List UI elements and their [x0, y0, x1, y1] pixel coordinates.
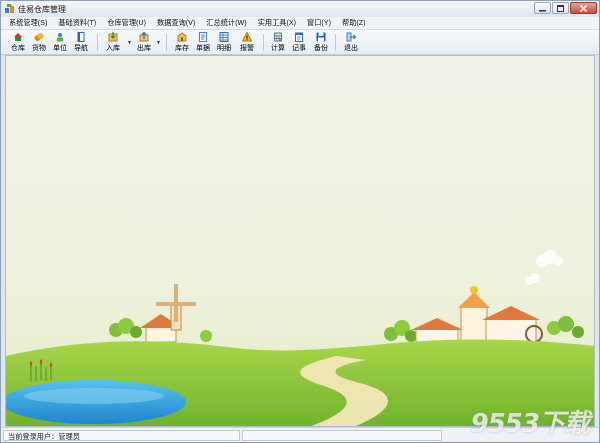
- toolbar-stock-in-button[interactable]: 入库: [106, 32, 120, 53]
- toolbar-unit-button[interactable]: 单位: [53, 32, 67, 53]
- window-title: 佳易仓库管理: [18, 5, 66, 14]
- title-bar[interactable]: 佳易仓库管理: [1, 1, 599, 17]
- alarm-icon: [242, 32, 252, 42]
- windmill-illustration: [140, 284, 196, 343]
- menu-tools[interactable]: 实用工具(X): [256, 18, 298, 28]
- maximize-button[interactable]: [552, 2, 569, 14]
- toolbar-document-button[interactable]: 单据: [196, 32, 210, 53]
- stock-in-dropdown-icon[interactable]: ▼: [127, 40, 132, 46]
- minimize-button[interactable]: [534, 2, 551, 14]
- toolbar-separator: [335, 34, 336, 51]
- toolbar-goods-button[interactable]: 货物: [32, 32, 46, 53]
- menu-system[interactable]: 系统管理(S): [7, 18, 49, 28]
- menu-help[interactable]: 帮助(Z): [340, 18, 368, 28]
- document-icon: [199, 32, 207, 42]
- toolbar-exit-button[interactable]: 退出: [344, 32, 358, 53]
- toolbar-backup-button[interactable]: 备份: [314, 32, 328, 53]
- warehouse-icon: [14, 33, 22, 41]
- stock-in-icon: [108, 32, 118, 42]
- toolbar-notepad-button[interactable]: 记事: [292, 32, 306, 53]
- menu-query[interactable]: 数据查询(V): [155, 18, 197, 28]
- menu-warehouse[interactable]: 仓库管理(U): [105, 18, 148, 28]
- close-button[interactable]: [570, 2, 597, 14]
- toolbar-navigation-button[interactable]: 导航: [74, 32, 88, 53]
- navigation-icon: [77, 32, 85, 42]
- details-icon: [219, 32, 229, 42]
- status-cell-user: 当前登录用户：管理员: [3, 430, 240, 441]
- maximize-icon: [557, 4, 564, 12]
- toolbar-separator: [166, 34, 167, 51]
- toolbar: 仓库 货物 单位 导航 入库 ▼ 出库 ▼ 库存 单据 明细 报警 计算 记事 …: [1, 30, 599, 55]
- calculator-icon: [274, 32, 282, 42]
- toolbar-calculator-button[interactable]: 计算: [271, 32, 285, 53]
- toolbar-stock-out-button[interactable]: 出库: [137, 32, 151, 53]
- cloud-illustration: [525, 250, 563, 285]
- status-bar: 当前登录用户：管理员 9553下载: [1, 409, 599, 442]
- castle-illustration: [411, 286, 543, 347]
- toolbar-separator: [97, 34, 98, 51]
- lake-highlight: [24, 388, 164, 404]
- watermark-logo: 9553下载: [470, 409, 590, 439]
- window-controls: [534, 2, 597, 14]
- minimize-icon: [539, 9, 546, 11]
- toolbar-inventory-button[interactable]: 库存: [175, 32, 189, 53]
- menu-basic-data[interactable]: 基础资料(T): [56, 18, 98, 28]
- stock-out-dropdown-icon[interactable]: ▼: [156, 40, 161, 46]
- current-user-text: 当前登录用户：管理员: [8, 432, 80, 441]
- menu-window[interactable]: 窗口(Y): [305, 18, 333, 28]
- toolbar-separator: [263, 34, 264, 51]
- notepad-icon: [295, 32, 303, 42]
- toolbar-warehouse-button[interactable]: 仓库: [11, 32, 25, 53]
- toolbar-details-button[interactable]: 明细: [217, 32, 231, 53]
- close-icon: [580, 4, 587, 12]
- stock-out-icon: [139, 32, 149, 42]
- menu-bar: 系统管理(S) 基础资料(T) 仓库管理(U) 数据查询(V) 汇总统计(W) …: [1, 17, 599, 30]
- app-logo-icon: [5, 4, 14, 13]
- app-window: 佳易仓库管理 系统管理(S) 基础资料(T) 仓库管理(U) 数据查询(V) 汇…: [0, 0, 600, 443]
- mdi-client-area: [5, 55, 595, 427]
- goods-icon: [34, 33, 44, 41]
- landscape-background: [6, 250, 594, 426]
- menu-statistics[interactable]: 汇总统计(W): [204, 18, 248, 28]
- unit-icon: [57, 33, 63, 42]
- inventory-icon: [177, 32, 187, 42]
- status-cell-empty: [242, 430, 442, 441]
- exit-icon: [346, 32, 356, 42]
- backup-icon: [316, 32, 326, 42]
- toolbar-alarm-button[interactable]: 报警: [240, 32, 254, 53]
